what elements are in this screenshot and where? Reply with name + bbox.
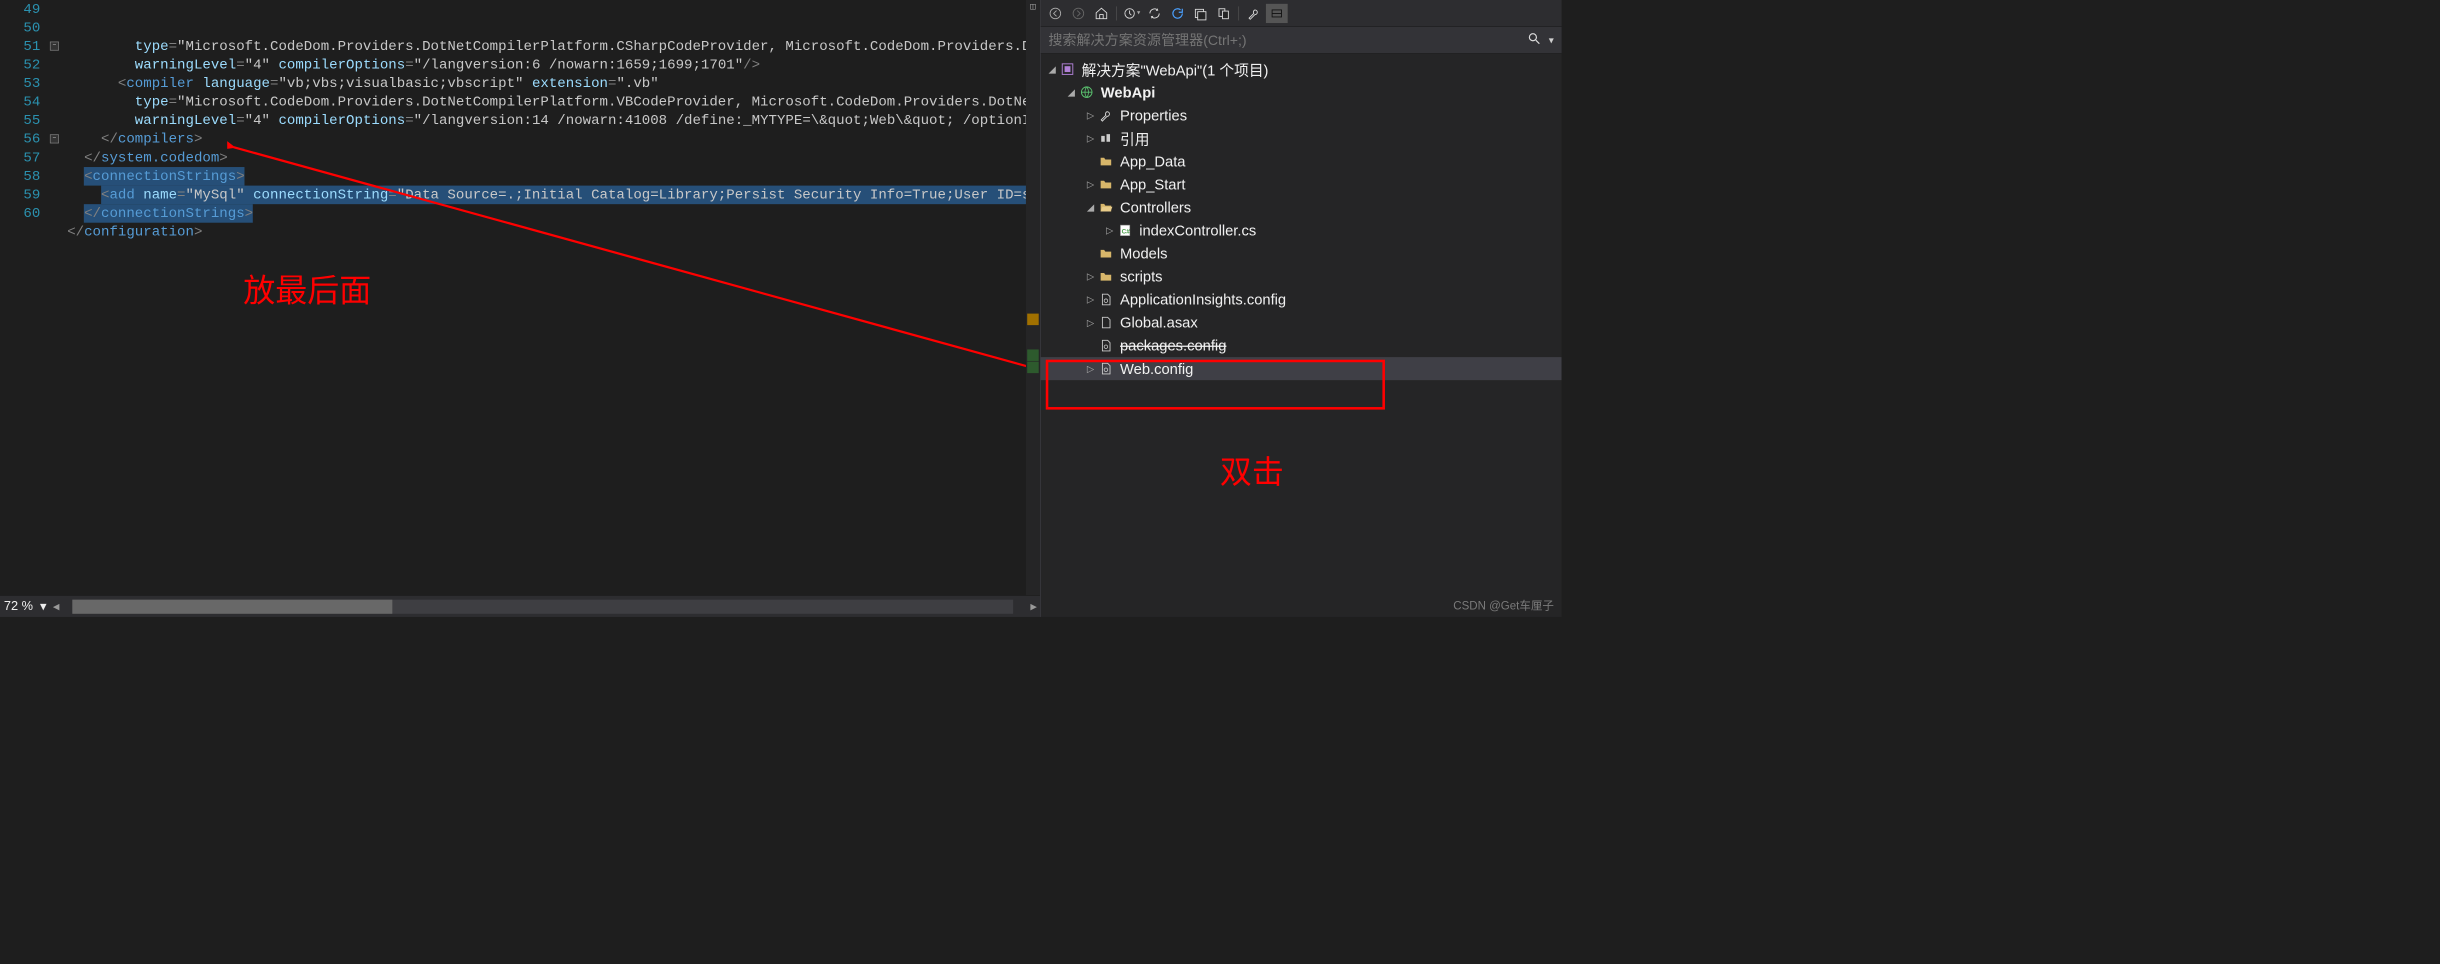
folder-open-icon [1097,200,1115,214]
tree-item-globalasax[interactable]: ▷ Global.asax [1041,311,1562,334]
code-area[interactable]: type="Microsoft.CodeDom.Providers.DotNet… [67,0,1040,595]
forward-icon[interactable] [1068,4,1090,23]
tree-item-packagesconfig[interactable]: packages.config [1041,334,1562,357]
vertical-scrollbar[interactable]: ◫ [1026,0,1040,595]
solution-icon [1059,62,1077,76]
search-dropdown-icon[interactable]: ▾ [1545,34,1554,47]
config-file-icon [1097,362,1115,376]
horizontal-scrollbar[interactable] [72,599,1013,613]
tree-item-label: packages.config [1120,337,1226,354]
tree-item-models[interactable]: Models [1041,242,1562,265]
fold-toggle-icon[interactable]: − [50,134,59,143]
folder-icon [1097,177,1115,191]
chevron-right-icon[interactable]: ▷ [1084,363,1097,375]
wrench-icon [1097,108,1115,122]
tree-item-label: Models [1120,245,1167,262]
preview-icon[interactable] [1266,4,1288,23]
solution-node[interactable]: ◢ 解决方案"WebApi"(1 个项目) [1041,58,1562,81]
toolbar-separator [1116,6,1117,20]
tree-item-label: Controllers [1120,199,1191,216]
watermark-text: CSDN @Get车厘子 [1453,596,1554,613]
sync-icon[interactable] [1144,4,1166,23]
line-number-gutter: 495051525354555657585960 [0,0,48,595]
solution-tree[interactable]: ◢ 解决方案"WebApi"(1 个项目) ◢ WebApi ▷ Propert… [1041,54,1562,617]
fold-toggle-icon[interactable]: − [50,42,59,51]
tree-item-label: scripts [1120,268,1163,285]
tree-item-label: Web.config [1120,360,1193,377]
project-node[interactable]: ◢ WebApi [1041,81,1562,104]
csharp-file-icon: C# [1116,223,1134,237]
chevron-right-icon[interactable]: ▷ [1103,225,1116,237]
zoom-dropdown-icon[interactable]: ▾ [37,600,50,613]
refresh-icon[interactable] [1167,4,1189,23]
tree-item-references[interactable]: ▷ 引用 [1041,127,1562,150]
tree-item-controllers[interactable]: ◢ Controllers [1041,196,1562,219]
chevron-down-icon[interactable]: ◢ [1065,86,1078,98]
tree-item-label: 引用 [1120,127,1149,149]
tree-item-label: indexController.cs [1139,222,1256,239]
chevron-right-icon[interactable]: ▷ [1084,109,1097,121]
config-file-icon [1097,339,1115,353]
project-label: WebApi [1101,84,1156,101]
annotation-text-left: 放最后面 [243,282,371,301]
fold-column[interactable]: −− [48,0,67,595]
tree-item-webconfig[interactable]: ▷ Web.config [1041,357,1562,380]
chevron-right-icon[interactable]: ▷ [1084,271,1097,283]
solution-label: 解决方案"WebApi"(1 个项目) [1082,58,1269,80]
pending-changes-icon[interactable]: ▾ [1121,4,1143,23]
chevron-right-icon[interactable]: ▷ [1084,132,1097,144]
chevron-down-icon[interactable]: ◢ [1046,63,1059,75]
tree-item-label: ApplicationInsights.config [1120,291,1286,308]
config-file-icon [1097,292,1115,306]
code-editor[interactable]: 495051525354555657585960 −− type="Micros… [0,0,1040,595]
tree-item-scripts[interactable]: ▷ scripts [1041,265,1562,288]
search-icon[interactable] [1523,31,1545,48]
tree-item-appstart[interactable]: ▷ App_Start [1041,173,1562,196]
folder-icon [1097,154,1115,168]
zoom-level: 72 % [4,599,33,614]
chevron-right-icon[interactable]: ▷ [1084,179,1097,191]
chevron-down-icon[interactable]: ◢ [1084,202,1097,214]
home-icon[interactable] [1091,4,1113,23]
asax-file-icon [1097,316,1115,330]
folder-icon [1097,269,1115,283]
show-all-files-icon[interactable] [1213,4,1235,23]
tree-item-properties[interactable]: ▷ Properties [1041,104,1562,127]
split-editor-icon[interactable]: ◫ [1027,1,1039,13]
tree-item-label: App_Start [1120,176,1185,193]
tree-item-label: App_Data [1120,153,1185,170]
scroll-right-icon[interactable]: ▸ [1027,598,1040,614]
tree-item-appinsights[interactable]: ▷ ApplicationInsights.config [1041,288,1562,311]
code-editor-pane: 495051525354555657585960 −− type="Micros… [0,0,1040,617]
tree-item-indexcontroller[interactable]: ▷ C# indexController.cs [1041,219,1562,242]
web-project-icon [1078,85,1096,99]
folder-icon [1097,246,1115,260]
toolbar-separator [1238,6,1239,20]
editor-status-bar: 72 % ▾ ◂ ▸ [0,595,1040,617]
scroll-left-icon[interactable]: ◂ [50,598,63,614]
collapse-all-icon[interactable] [1190,4,1212,23]
references-icon [1097,131,1115,145]
scrollbar-thumb[interactable] [72,599,392,613]
search-input[interactable] [1048,32,1523,49]
solution-explorer-pane: ▾ ▾ ◢ 解决方案"WebApi"(1 个项目) ◢ WebApi [1040,0,1562,617]
properties-icon[interactable] [1243,4,1265,23]
explorer-toolbar: ▾ [1041,0,1562,27]
tree-item-appdata[interactable]: App_Data [1041,150,1562,173]
chevron-right-icon[interactable]: ▷ [1084,294,1097,306]
tree-item-label: Properties [1120,107,1187,124]
tree-item-label: Global.asax [1120,314,1198,331]
annotation-text-right: 双击 [1220,447,1284,493]
chevron-right-icon[interactable]: ▷ [1084,317,1097,329]
back-icon[interactable] [1044,4,1066,23]
svg-text:C#: C# [1122,228,1131,235]
explorer-search-bar[interactable]: ▾ [1041,27,1562,54]
